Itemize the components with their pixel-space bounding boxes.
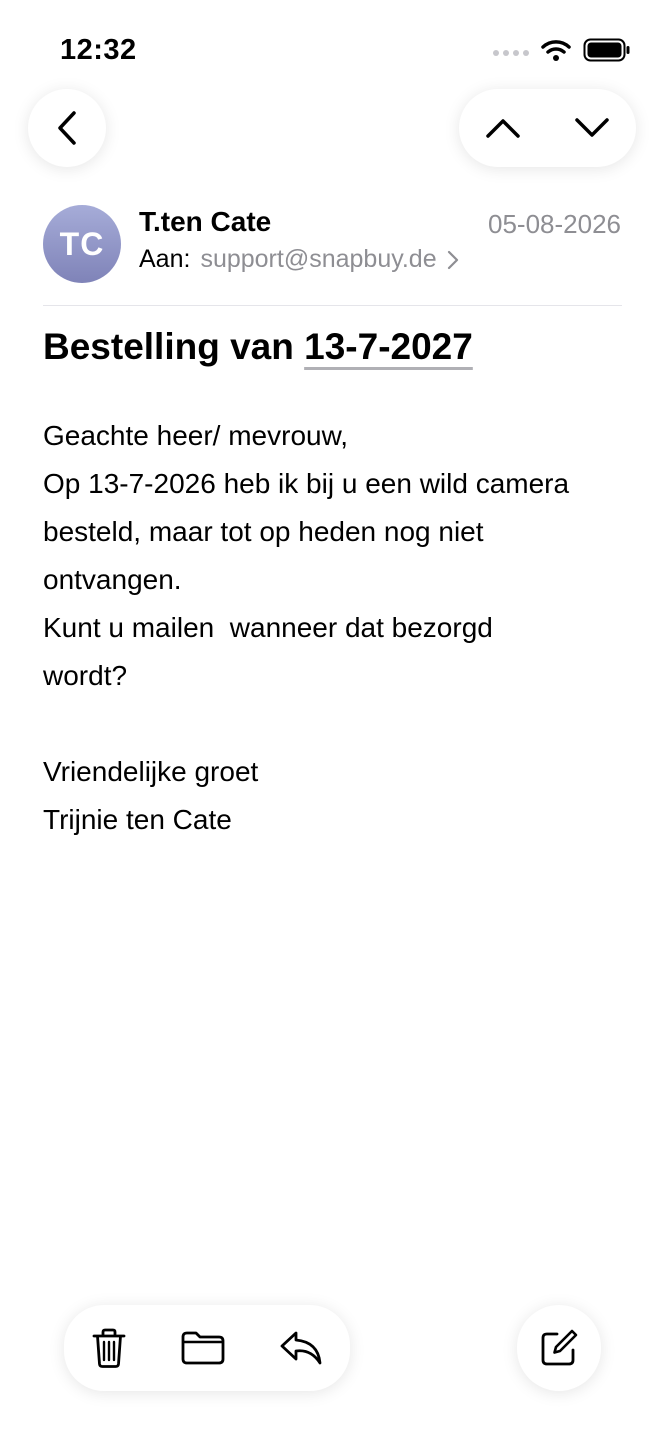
- folder-icon: [181, 1331, 225, 1365]
- status-time: 12:32: [60, 34, 137, 66]
- previous-message-button[interactable]: [485, 117, 521, 139]
- trash-icon: [92, 1328, 126, 1368]
- cellular-signal-icon: [493, 50, 529, 56]
- body-line: Geachte heer/ mevrouw,: [43, 420, 349, 451]
- chevron-right-icon: [447, 250, 459, 270]
- body-line: ontvangen.: [43, 564, 182, 595]
- recipient-row[interactable]: Aan: support@snapbuy.de: [139, 245, 459, 274]
- compose-button[interactable]: [517, 1305, 601, 1391]
- delete-button[interactable]: [91, 1327, 127, 1369]
- back-button[interactable]: [28, 89, 106, 167]
- message-subject: Bestelling van 13-7-2027: [43, 326, 473, 368]
- chevron-down-icon: [575, 118, 609, 137]
- recipient-address[interactable]: support@snapbuy.de: [200, 245, 436, 274]
- to-label: Aan:: [139, 245, 191, 273]
- header-divider: [43, 305, 622, 306]
- body-line: Kunt u mailen wanneer dat bezorgd: [43, 612, 493, 643]
- wifi-icon: [541, 39, 571, 61]
- chevron-up-icon: [486, 119, 520, 138]
- body-line: Op 13-7-2026 heb ik bij u een wild camer…: [43, 468, 570, 499]
- message-date: 05-08-2026: [488, 209, 621, 239]
- body-line: besteld, maar tot op heden nog niet: [43, 516, 484, 547]
- reply-button[interactable]: [279, 1329, 323, 1367]
- battery-icon: [583, 38, 631, 62]
- body-line: wordt?: [43, 660, 128, 691]
- next-message-button[interactable]: [574, 117, 610, 139]
- message-actions-toolbar: [64, 1305, 350, 1391]
- sender-name[interactable]: T.ten Cate: [139, 206, 271, 238]
- sender-avatar[interactable]: TC: [43, 205, 121, 283]
- status-icons: [493, 38, 631, 62]
- chevron-left-icon: [55, 110, 79, 146]
- subject-prefix: Bestelling van: [43, 326, 305, 367]
- subject-date-link[interactable]: 13-7-2027: [304, 326, 473, 367]
- move-to-folder-button[interactable]: [180, 1330, 226, 1366]
- compose-icon: [539, 1328, 579, 1368]
- reply-icon: [280, 1331, 322, 1365]
- body-line: Vriendelijke groet: [43, 756, 259, 787]
- body-line: [43, 700, 633, 748]
- body-line: Trijnie ten Cate: [43, 804, 232, 835]
- message-body: Geachte heer/ mevrouw, Op 13-7-2026 heb …: [43, 412, 633, 844]
- message-navigation: [459, 89, 636, 167]
